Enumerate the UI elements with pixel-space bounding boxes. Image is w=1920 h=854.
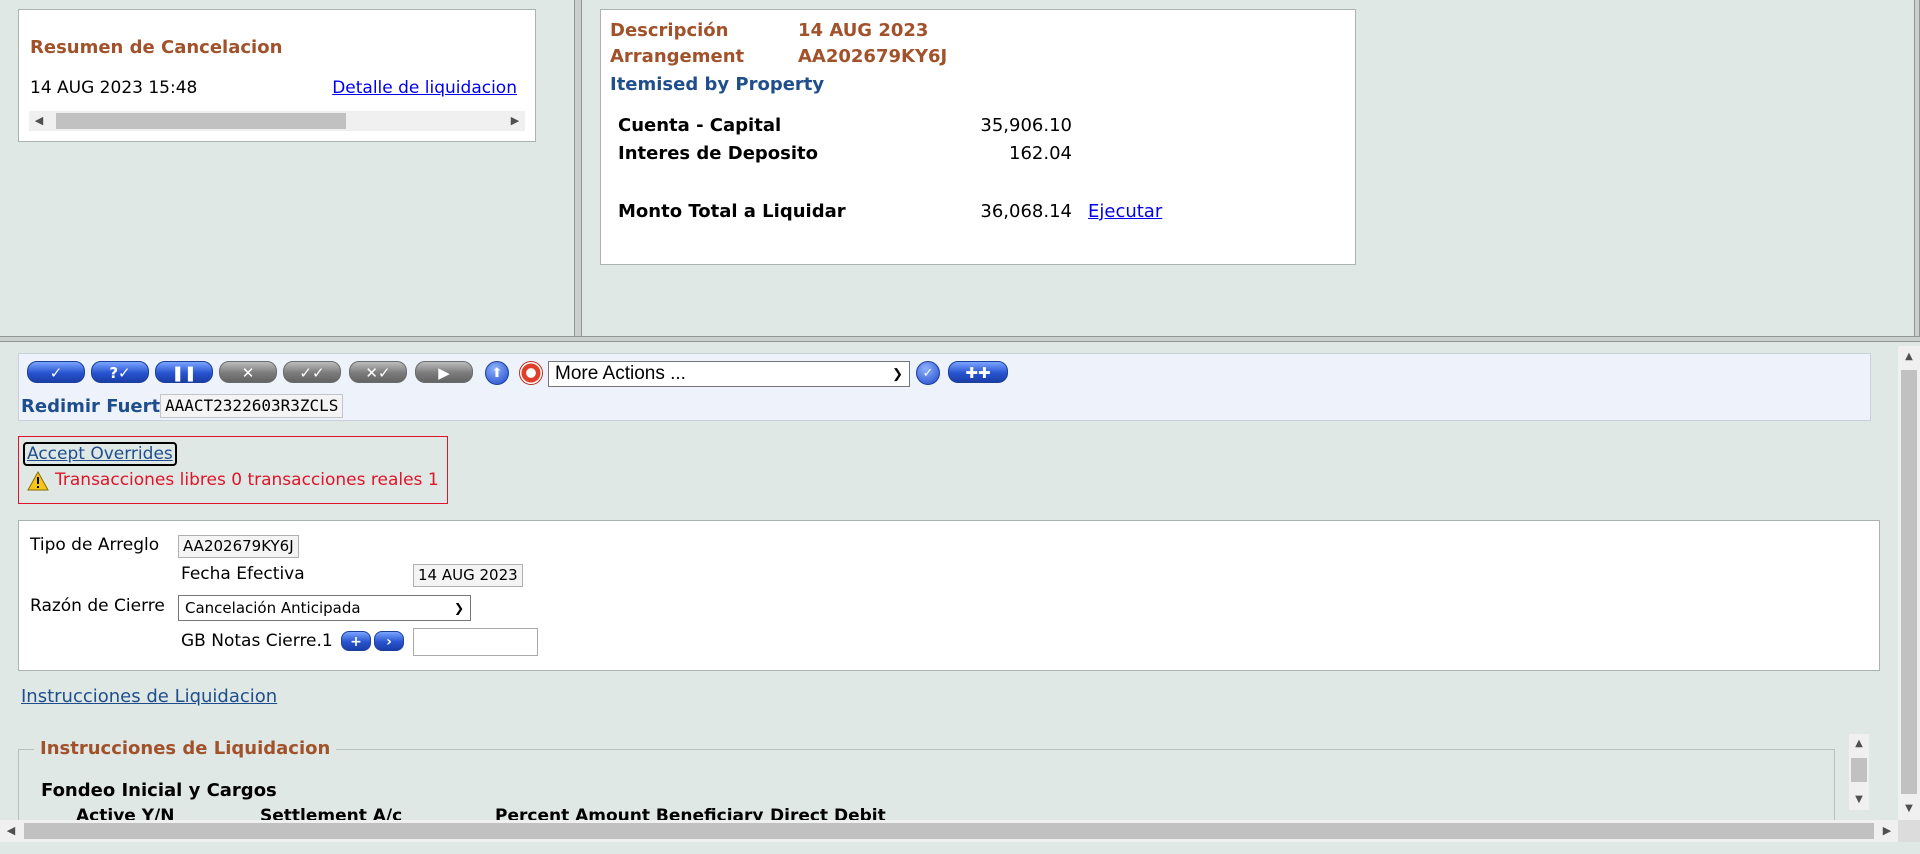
help-icon[interactable] xyxy=(519,361,543,385)
authorise-button[interactable]: ✓✓ xyxy=(283,361,341,383)
tipo-arreglo-label: Tipo de Arreglo xyxy=(30,535,160,555)
interest-label: Interes de Deposito xyxy=(618,143,819,164)
interest-value: 162.04 xyxy=(1009,143,1072,164)
go-icon[interactable]: ✓ xyxy=(916,361,940,385)
summary-title: Resumen de Cancelacion xyxy=(30,37,283,58)
settlement-detail-panel: Descripción 14 AUG 2023 Arrangement AA20… xyxy=(600,9,1356,265)
fecha-efectiva-value: 14 AUG 2023 xyxy=(413,564,523,587)
scroll-right-arrow-icon[interactable]: ▶ xyxy=(505,111,525,131)
scroll-right-arrow-icon[interactable]: ▶ xyxy=(1876,820,1898,842)
total-value: 36,068.14 xyxy=(980,201,1072,222)
next-button[interactable]: ▶ xyxy=(415,361,473,383)
settlement-instructions-section: Instrucciones de Liquidacion Fondeo Inic… xyxy=(18,738,1835,829)
razon-cierre-value: Cancelación Anticipada xyxy=(185,599,361,617)
gb-notas-input[interactable] xyxy=(413,628,538,656)
action-toolbar: ✓ ?✓ ❚❚ ✕ ✓✓ ✕✓ ▶ ⬆ More Actions ... ❯ ✓… xyxy=(18,353,1871,421)
hold-button[interactable]: ❚❚ xyxy=(155,361,213,383)
arrangement-value: AA202679KY6J xyxy=(798,46,948,67)
override-message: Transacciones libres 0 transacciones rea… xyxy=(55,470,439,490)
warning-icon xyxy=(27,471,49,491)
section-vertical-scrollbar[interactable]: ▲ ▼ xyxy=(1849,734,1869,810)
capital-label: Cuenta - Capital xyxy=(618,115,782,136)
gb-notas-label: GB Notas Cierre.1 xyxy=(181,631,333,651)
scrollbar-thumb[interactable] xyxy=(24,823,1874,839)
top-frames: Resumen de Cancelacion 14 AUG 2023 15:48… xyxy=(0,0,1920,338)
arrangement-label: Arrangement xyxy=(610,46,745,67)
more-actions-select[interactable]: More Actions ... ❯ xyxy=(548,361,910,387)
more-actions-value: More Actions ... xyxy=(555,363,686,384)
cancellation-summary-panel: Resumen de Cancelacion 14 AUG 2023 15:48… xyxy=(18,9,536,142)
scroll-down-arrow-icon[interactable]: ▼ xyxy=(1898,798,1920,820)
frame-divider-right[interactable] xyxy=(1914,0,1920,338)
execute-link[interactable]: Ejecutar xyxy=(1088,201,1162,222)
accept-overrides-link[interactable]: Accept Overrides xyxy=(23,442,177,466)
tipo-arreglo-value: AA202679KY6J xyxy=(178,535,299,558)
validate-button[interactable]: ?✓ xyxy=(91,361,149,383)
expand-plus-button[interactable]: + xyxy=(341,631,371,651)
transaction-frame: ✓ ?✓ ❚❚ ✕ ✓✓ ✕✓ ▶ ⬆ More Actions ... ❯ ✓… xyxy=(0,342,1900,829)
settlement-detail-link[interactable]: Detalle de liquidacion xyxy=(332,78,517,98)
redimir-label: Redimir Fuerte xyxy=(21,396,173,417)
section-subtitle: Fondeo Inicial y Cargos xyxy=(41,780,277,801)
scrollbar-thumb[interactable] xyxy=(1901,370,1917,794)
razon-cierre-label: Razón de Cierre xyxy=(30,596,165,616)
scrollbar-thumb[interactable] xyxy=(56,113,346,129)
itemised-heading: Itemised by Property xyxy=(610,74,825,95)
bottom-strip xyxy=(0,842,1920,854)
reverse-button[interactable]: ✕✓ xyxy=(349,361,407,383)
scrollbar-thumb[interactable] xyxy=(1851,758,1867,782)
add-new-button[interactable]: ✚✚ xyxy=(948,361,1008,383)
main-vertical-scrollbar[interactable]: ▲ ▼ xyxy=(1898,346,1920,820)
upload-icon[interactable]: ⬆ xyxy=(485,361,509,385)
capital-value: 35,906.10 xyxy=(980,115,1072,136)
summary-datetime: 14 AUG 2023 15:48 xyxy=(30,78,198,98)
summary-horizontal-scrollbar[interactable]: ◀ ▶ xyxy=(29,111,525,131)
scroll-up-arrow-icon[interactable]: ▲ xyxy=(1849,734,1869,754)
scroll-down-arrow-icon[interactable]: ▼ xyxy=(1849,790,1869,810)
overrides-box: Accept Overrides Transacciones libres 0 … xyxy=(18,436,448,504)
redimir-id: AAACT2322603R3ZCLS xyxy=(160,394,344,418)
section-legend: Instrucciones de Liquidacion xyxy=(34,738,337,759)
razon-cierre-select[interactable]: Cancelación Anticipada ❯ xyxy=(178,595,471,621)
scroll-left-arrow-icon[interactable]: ◀ xyxy=(29,111,49,131)
expand-next-button[interactable]: › xyxy=(374,631,404,651)
main-horizontal-scrollbar[interactable]: ◀ ▶ xyxy=(0,820,1898,842)
chevron-down-icon: ❯ xyxy=(892,366,903,381)
scroll-up-arrow-icon[interactable]: ▲ xyxy=(1898,346,1920,368)
scrollbar-corner xyxy=(1898,820,1920,842)
closure-form: Tipo de Arreglo AA202679KY6J Fecha Efect… xyxy=(18,520,1880,671)
frame-divider-vertical[interactable] xyxy=(574,0,582,338)
total-label: Monto Total a Liquidar xyxy=(618,201,846,222)
delete-button[interactable]: ✕ xyxy=(219,361,277,383)
chevron-down-icon: ❯ xyxy=(453,601,464,615)
fecha-efectiva-label: Fecha Efectiva xyxy=(181,564,305,584)
scroll-left-arrow-icon[interactable]: ◀ xyxy=(0,820,22,842)
settlement-instructions-link[interactable]: Instrucciones de Liquidacion xyxy=(21,686,277,707)
descripcion-value: 14 AUG 2023 xyxy=(798,20,929,41)
descripcion-label: Descripción xyxy=(610,20,729,41)
commit-button[interactable]: ✓ xyxy=(27,361,85,383)
